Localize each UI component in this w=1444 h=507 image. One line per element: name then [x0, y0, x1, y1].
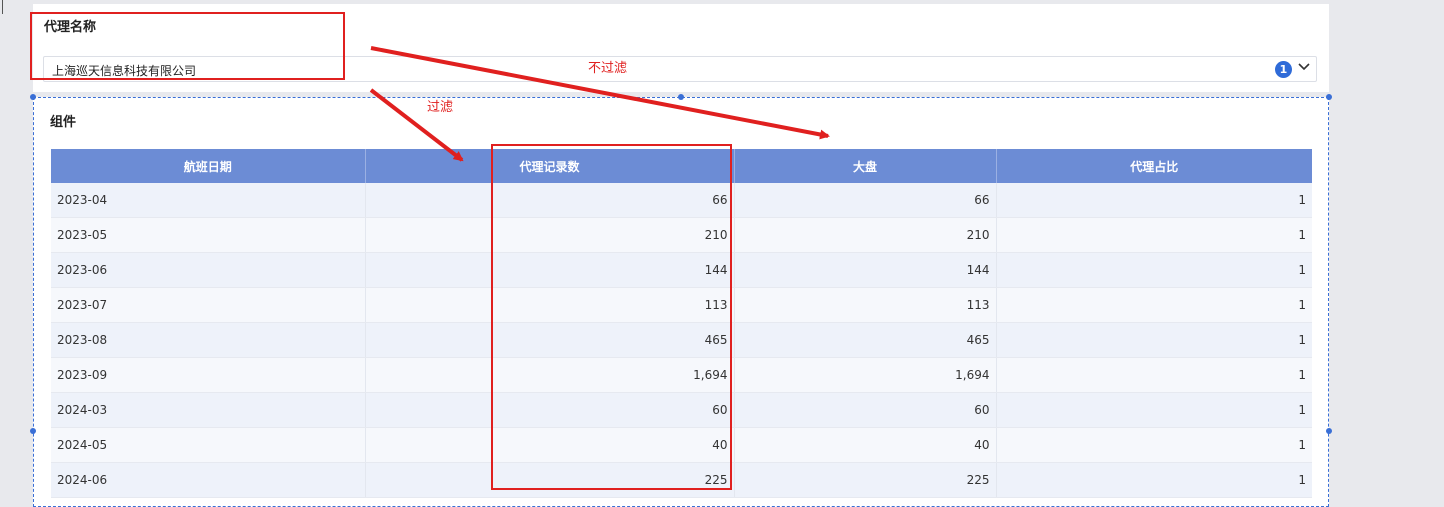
resize-handle[interactable] — [1326, 428, 1332, 434]
resize-handle[interactable] — [30, 94, 36, 100]
cell-flight-date: 2023-04 — [51, 183, 366, 218]
column-highlight-box — [491, 144, 732, 490]
cell-market: 210 — [734, 217, 997, 253]
cell-agent-ratio: 1 — [996, 252, 1312, 288]
cell-market: 225 — [734, 462, 997, 498]
cell-agent-ratio: 1 — [996, 217, 1312, 253]
cell-market: 113 — [734, 287, 997, 323]
resize-handle[interactable] — [678, 94, 684, 100]
cell-agent-ratio: 1 — [996, 427, 1312, 463]
cell-flight-date: 2023-07 — [51, 287, 366, 323]
column-header-market[interactable]: 大盘 — [734, 149, 997, 183]
text-cursor — [2, 0, 3, 14]
chevron-down-icon[interactable] — [1297, 60, 1311, 74]
cell-agent-ratio: 1 — [996, 322, 1312, 358]
cell-market: 40 — [734, 427, 997, 463]
cell-market: 144 — [734, 252, 997, 288]
cell-agent-ratio: 1 — [996, 392, 1312, 428]
selected-count-badge: 1 — [1275, 61, 1292, 78]
cell-flight-date: 2023-05 — [51, 217, 366, 253]
filter-label: 过滤 — [427, 100, 454, 115]
resize-handle[interactable] — [1326, 94, 1332, 100]
cell-flight-date: 2023-08 — [51, 322, 366, 358]
filter-highlight-box — [30, 12, 345, 80]
cell-market: 465 — [734, 322, 997, 358]
component-title: 组件 — [50, 115, 77, 130]
resize-handle[interactable] — [30, 428, 36, 434]
cell-flight-date: 2023-06 — [51, 252, 366, 288]
cell-agent-ratio: 1 — [996, 357, 1312, 393]
column-header-agent-ratio[interactable]: 代理占比 — [996, 149, 1312, 183]
no-filter-label: 不过滤 — [588, 61, 628, 76]
cell-flight-date: 2023-09 — [51, 357, 366, 393]
cell-flight-date: 2024-05 — [51, 427, 366, 463]
cell-agent-ratio: 1 — [996, 287, 1312, 323]
cell-market: 66 — [734, 183, 997, 218]
cell-flight-date: 2024-06 — [51, 462, 366, 498]
cell-market: 60 — [734, 392, 997, 428]
cell-agent-ratio: 1 — [996, 462, 1312, 498]
cell-flight-date: 2024-03 — [51, 392, 366, 428]
cell-agent-ratio: 1 — [996, 183, 1312, 218]
cell-market: 1,694 — [734, 357, 997, 393]
column-header-flight-date[interactable]: 航班日期 — [51, 149, 366, 183]
